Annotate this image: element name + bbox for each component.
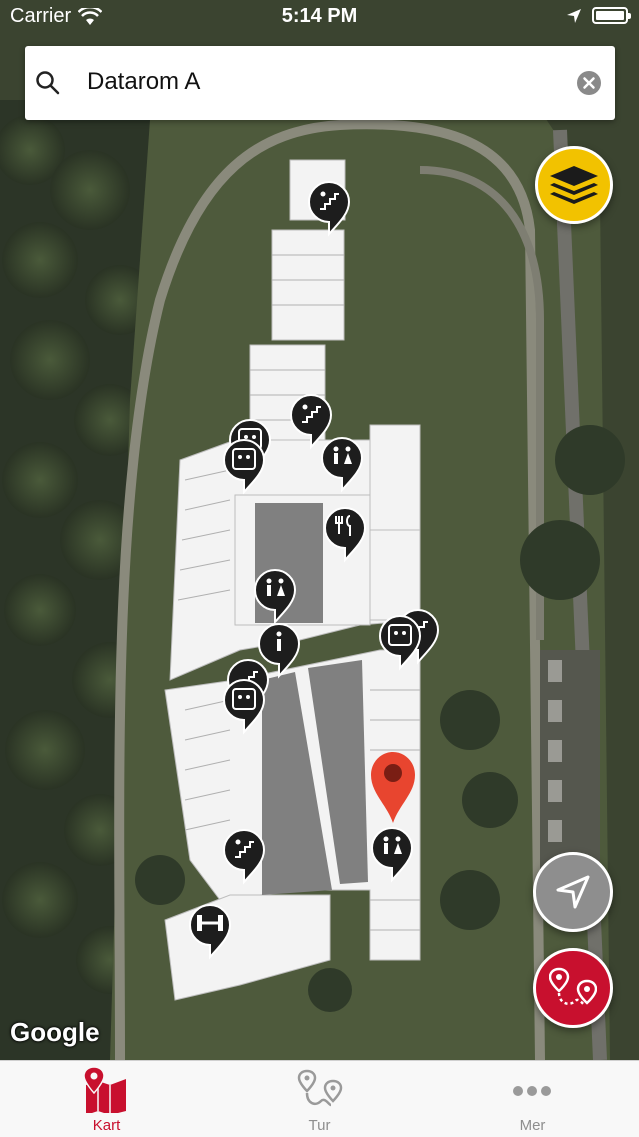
tab-label: Tur: [308, 1117, 331, 1134]
navigation-arrow-icon: [556, 875, 590, 909]
restroom-icon[interactable]: [254, 569, 296, 623]
route-button[interactable]: [533, 948, 613, 1028]
elevator-icon[interactable]: [379, 615, 421, 669]
elevator-icon[interactable]: [223, 679, 265, 733]
stairs-icon[interactable]: [223, 829, 265, 883]
stairs-icon[interactable]: [290, 394, 332, 448]
status-bar: Carrier 5:14 PM: [0, 0, 639, 34]
restaurant-icon[interactable]: [324, 507, 366, 561]
more-icon: [513, 1086, 551, 1096]
stairs-icon[interactable]: [308, 181, 350, 235]
layers-icon: [550, 166, 598, 204]
tab-tur[interactable]: Tur: [213, 1061, 426, 1137]
clear-search-icon[interactable]: [576, 70, 602, 96]
restroom-icon[interactable]: [371, 827, 413, 881]
elevator-icon[interactable]: [223, 439, 265, 493]
layers-button[interactable]: [535, 146, 613, 224]
location-services-icon: [567, 9, 581, 23]
clock: 5:14 PM: [281, 5, 358, 27]
search-input[interactable]: Datarom A: [87, 68, 200, 96]
destination-pin[interactable]: [371, 752, 415, 823]
search-icon: [36, 71, 60, 95]
map-icon: [83, 1067, 126, 1113]
tab-label: Mer: [519, 1117, 546, 1134]
my-location-button[interactable]: [533, 852, 613, 932]
tab-bar: Kart Tur Mer: [0, 1060, 639, 1137]
tab-kart[interactable]: Kart: [0, 1061, 213, 1137]
restroom-icon[interactable]: [321, 437, 363, 491]
route-icon: [297, 1069, 343, 1107]
google-attribution: Google: [10, 1017, 100, 1047]
search-bar[interactable]: Datarom A: [25, 46, 615, 120]
tab-mer[interactable]: Mer: [426, 1061, 639, 1137]
gym-icon[interactable]: [189, 904, 231, 958]
tab-label: Kart: [92, 1117, 121, 1134]
route-icon: [549, 967, 597, 1007]
battery-icon: [592, 7, 631, 24]
